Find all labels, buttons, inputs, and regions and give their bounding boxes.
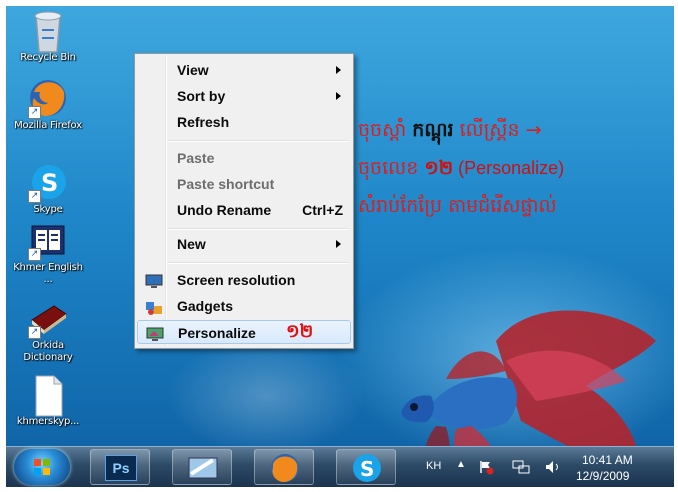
desktop-icon-label: Khmer English ... xyxy=(13,262,83,285)
clock-date[interactable]: 12/9/2009 xyxy=(576,469,629,483)
clock-time[interactable]: 10:41 AM xyxy=(582,453,633,467)
menu-separator xyxy=(168,262,348,264)
taskbar-file-manager-button[interactable] xyxy=(172,449,232,485)
taskbar: Ps S KH ▲ 10:41 AM 12/9/2009 xyxy=(6,446,674,487)
language-indicator[interactable]: KH xyxy=(426,460,441,472)
menu-item-view[interactable]: View xyxy=(137,58,351,82)
windows-logo-icon xyxy=(34,459,50,475)
svg-text:S: S xyxy=(360,457,374,481)
svg-text:S: S xyxy=(41,169,58,197)
desktop[interactable]: Recycle Bin ↗ Mozilla Firefox S ↗ Skype xyxy=(6,6,674,486)
skype-icon: S xyxy=(353,454,381,482)
desktop-icon-recycle-bin[interactable]: Recycle Bin xyxy=(8,10,88,64)
gadgets-icon xyxy=(145,298,163,315)
monitor-icon xyxy=(145,272,163,288)
file-icon xyxy=(28,374,68,417)
desktop-icon-label: Mozilla Firefox xyxy=(14,120,82,131)
shortcut-arrow-icon: ↗ xyxy=(28,190,41,203)
desktop-icon-orkida-dictionary[interactable]: ↗ Orkida Dictionary xyxy=(8,298,88,364)
menu-separator xyxy=(168,140,348,142)
network-icon[interactable] xyxy=(512,459,530,475)
menu-item-undo-rename[interactable]: Undo Rename Ctrl+Z xyxy=(137,198,351,222)
desktop-icon-khmerskype-file[interactable]: khmerskyp... xyxy=(8,374,88,428)
menu-item-gadgets[interactable]: Gadgets xyxy=(137,294,351,318)
start-orb-button[interactable] xyxy=(14,449,70,485)
instruction-line-1: ចុចស្តាំ កណ្តុរ លើស្រ្គីន → xyxy=(358,119,542,141)
menu-item-personalize[interactable]: Personalize ១២ xyxy=(137,320,351,344)
menu-separator xyxy=(168,228,348,230)
menu-item-sort-by[interactable]: Sort by xyxy=(137,84,351,108)
desktop-context-menu: View Sort by Refresh Paste Paste shortcu… xyxy=(134,53,354,349)
system-tray: KH ▲ 10:41 AM 12/9/2009 xyxy=(416,447,674,487)
shortcut-arrow-icon: ↗ xyxy=(28,106,41,119)
instruction-line-3: សំរាប់កែប្រែ តាមជំរើសផ្ទាល់ xyxy=(358,195,557,217)
menu-item-new[interactable]: New xyxy=(137,232,351,256)
skype-icon: S ↗ xyxy=(28,162,68,203)
annotation-number: ១២ xyxy=(286,321,314,342)
volume-icon[interactable] xyxy=(544,459,562,475)
firefox-icon: ↗ xyxy=(28,78,68,119)
action-center-flag-icon[interactable] xyxy=(478,459,494,475)
taskbar-firefox-button[interactable] xyxy=(254,449,314,485)
menu-item-refresh[interactable]: Refresh xyxy=(137,110,351,134)
show-hidden-icons-button[interactable]: ▲ xyxy=(456,459,466,470)
shortcut-arrow-icon: ↗ xyxy=(28,326,41,339)
instruction-text: ចុចស្តាំ កណ្តុរ លើស្រ្គីន → ចុចលេខ ១២ (P… xyxy=(358,111,674,225)
desktop-icon-khmer-english[interactable]: ↗ Khmer English ... xyxy=(8,220,88,286)
book-icon: ↗ xyxy=(28,220,68,261)
desktop-icon-label: Skype xyxy=(33,204,63,215)
shortcut-arrow-icon: ↗ xyxy=(28,248,41,261)
submenu-arrow-icon xyxy=(336,92,341,100)
taskbar-photoshop-button[interactable]: Ps xyxy=(90,449,150,485)
submenu-arrow-icon xyxy=(336,240,341,248)
submenu-arrow-icon xyxy=(336,66,341,74)
desktop-icon-skype[interactable]: S ↗ Skype xyxy=(8,162,88,216)
menu-item-screen-resolution[interactable]: Screen resolution xyxy=(137,268,351,292)
taskbar-skype-button[interactable]: S xyxy=(336,449,396,485)
desktop-icon-firefox[interactable]: ↗ Mozilla Firefox xyxy=(8,78,88,132)
menu-item-paste-shortcut[interactable]: Paste shortcut xyxy=(137,172,351,196)
photoshop-icon: Ps xyxy=(105,455,137,481)
firefox-icon xyxy=(271,454,299,482)
menu-item-paste[interactable]: Paste xyxy=(137,146,351,170)
instruction-line-2: ចុចលេខ ១២ (Personalize) xyxy=(358,157,565,179)
shortcut-key-label: Ctrl+Z xyxy=(302,202,343,218)
dictionary-icon: ↗ xyxy=(28,298,68,339)
personalize-icon xyxy=(146,325,164,341)
desktop-icon-label: Orkida Dictionary xyxy=(23,340,73,363)
recycle-bin-icon xyxy=(28,10,68,53)
file-manager-icon xyxy=(188,457,218,479)
